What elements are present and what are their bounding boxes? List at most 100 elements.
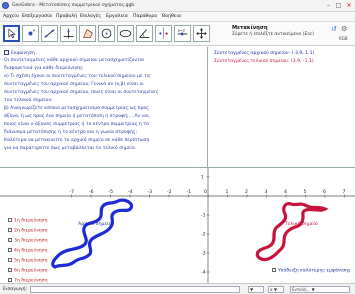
y-axis-tick-label: -1 <box>201 213 206 219</box>
menu-window[interactable]: Παράθυρο <box>133 14 157 19</box>
maximize-button[interactable]: □ <box>334 1 343 10</box>
x-axis-tick-label: 1 <box>226 189 229 195</box>
minimize-button[interactable]: – <box>324 1 333 10</box>
angle-icon <box>139 29 150 38</box>
arrow-cursor-icon <box>8 28 16 39</box>
menu-tools[interactable]: Εργαλεία <box>106 14 128 19</box>
checkbox-box[interactable] <box>8 218 12 222</box>
investigation-label: 3η διερεύνηση <box>14 238 48 244</box>
investigation-checkbox-4[interactable]: 4η διερεύνηση <box>8 248 48 254</box>
gear-icon[interactable]: ⚙ <box>341 25 347 33</box>
x-axis-tick-label: 4 <box>284 189 287 195</box>
initial-coordinates-text: Συντεταγμένες αρχικού σημείου: (-3.9, 1.… <box>214 51 315 56</box>
menu-bar: Αρχείο Επεξεργασία Προβολή Επιλογές Εργα… <box>0 12 355 22</box>
checkbox-box[interactable] <box>8 268 12 272</box>
checkbox-box[interactable] <box>272 268 276 272</box>
investigation-label: 1η διερεύνηση <box>14 218 48 224</box>
coordinates-panel: Συντεταγμένες αρχικού σημείου: (-3.9, 1.… <box>212 47 355 167</box>
menu-options[interactable]: Επιλογές <box>80 14 101 19</box>
point-tool-button[interactable]: A <box>22 25 39 42</box>
geogebra-app-icon <box>2 2 9 9</box>
slider-icon: a=2 <box>177 28 188 36</box>
x-axis-tick-label: -2 <box>167 189 172 195</box>
statement-line: συντεταγμένες του αρχικού σημείου; Γενικ… <box>4 82 144 87</box>
show-symmetry-checkbox[interactable]: Υπόδειξη καλύτερης εμφάνισης <box>272 268 351 274</box>
circle-tool-button[interactable] <box>98 25 115 42</box>
input-field[interactable] <box>30 286 240 293</box>
statement-line: του τελικού σημείου; <box>4 98 53 103</box>
visibility-toggle[interactable] <box>4 50 9 55</box>
x-axis-tick-label: 5 <box>304 189 307 195</box>
x-axis-tick-label: 2 <box>245 189 248 195</box>
greek-dropdown[interactable]: α ▼ <box>268 286 284 293</box>
conic-tool-button[interactable] <box>117 25 134 42</box>
perpendicular-tool-button[interactable] <box>60 25 77 42</box>
menu-view[interactable]: Προβολή <box>56 14 77 19</box>
checkbox-box[interactable] <box>8 248 12 252</box>
investigation-checkbox-2[interactable]: 2η διερεύνηση <box>8 228 48 234</box>
investigation-label: 2η διερεύνηση <box>14 228 48 234</box>
slider-tool-button[interactable]: a=2 <box>174 25 191 42</box>
investigation-label: 4η διερεύνηση <box>14 248 48 254</box>
menu-file[interactable]: Αρχείο <box>3 14 19 19</box>
polygon-icon <box>82 29 93 38</box>
y-axis-tick-label: -2 <box>201 232 206 238</box>
menu-edit[interactable]: Επεξεργασία <box>22 14 52 19</box>
command-dropdown[interactable]: Εντολή... ▼ <box>290 286 350 293</box>
statement-line: α) Τι σχέση έχουν οι συντεταγμένες του τ… <box>4 74 151 79</box>
angle-tool-button[interactable] <box>136 25 153 42</box>
x-axis-tick-label: -5 <box>109 189 114 195</box>
statement-heading[interactable]: Εκφώνηση <box>4 50 35 56</box>
reflect-icon <box>159 27 168 40</box>
x-axis-tick-label: -6 <box>89 189 94 195</box>
undo-icon[interactable]: ↺ <box>331 25 337 33</box>
statement-line: άξονα, ή ως προς ένα σημείο ή μετατόπιση… <box>4 114 151 119</box>
active-tool-title: Μετακίνηση <box>232 25 268 31</box>
checkbox-box[interactable] <box>8 278 12 282</box>
point-icon: A <box>28 28 36 36</box>
checkbox-box[interactable] <box>8 238 12 242</box>
close-button[interactable]: × <box>344 1 354 10</box>
initial-point-trace <box>51 198 134 269</box>
y-axis-tick-label: -3 <box>201 251 206 257</box>
statement-heading-label: Εκφώνηση <box>11 51 35 56</box>
statement-line: συντεταγμένες του αρχικού σημείου, ποιες… <box>4 90 159 95</box>
move-tool-button[interactable] <box>3 25 20 42</box>
polygon-tool-button[interactable] <box>79 25 96 42</box>
initial-point-label: Αρχικό σημείο <box>78 222 112 227</box>
final-coordinates-text: Συντεταγμένες τελικού σημείου: (3.9, -1.… <box>214 59 314 64</box>
active-tool-hint: Σύρετε ή επιλέξτε αντικείμενο (Esc) <box>232 32 314 37</box>
checkbox-box[interactable] <box>8 258 12 262</box>
x-axis-tick-label: -3 <box>148 189 153 195</box>
statement-line: ποιος είναι ο άξονας συμμετρίας ή το κέν… <box>4 122 149 127</box>
investigation-label: 5η διερεύνηση <box>14 258 48 264</box>
statement-line: Καλύτερα να μετακινείτε το αρχικό σημείο… <box>4 138 150 143</box>
statement-line: για να παρατηρείτε πως μεταβάλλεται το τ… <box>4 146 137 151</box>
reflect-tool-button[interactable] <box>155 25 172 42</box>
rgb-label: RGB <box>339 36 348 41</box>
circle-icon <box>101 28 112 39</box>
statement-line: διάνυσμα μετατόπισης ή το κέντρο και η γ… <box>4 130 138 135</box>
window-title: GeoGebra - Μετατοπίσεις συμμετρικού σχήμ… <box>12 3 135 8</box>
y-axis-tick-label: 1 <box>201 175 204 181</box>
svg-text:a=2: a=2 <box>178 28 185 32</box>
statement-line: διαφορετικά για κάθε διερεύνηση: <box>4 66 84 71</box>
algebra-view: Εκφώνηση Οι συντεταγμένες κάθε αρχικού σ… <box>0 47 208 167</box>
checkbox-box[interactable] <box>8 228 12 232</box>
investigation-checkbox-5[interactable]: 5η διερεύνηση <box>8 258 48 264</box>
input-bar: Εισαγωγή: ▼ α ▼ Εντολή... ▼ <box>0 283 355 294</box>
x-axis-tick-label: -7 <box>70 189 75 195</box>
menu-help[interactable]: Βοήθεια <box>162 14 181 19</box>
investigation-checkbox-3[interactable]: 3η διερεύνηση <box>8 238 48 244</box>
investigation-checkbox-6[interactable]: 6η διερεύνηση <box>8 268 48 274</box>
line-icon <box>44 29 55 38</box>
statement-line: β) Αναγνωρίζετε κάποιο μετασχηματισμό συ… <box>4 106 149 111</box>
x-axis-tick-label: 6 <box>323 189 326 195</box>
line-tool-button[interactable] <box>41 25 58 42</box>
move-view-tool-button[interactable] <box>193 25 210 42</box>
x-axis-tick-label: 0 <box>204 189 207 195</box>
perpendicular-line-icon <box>63 28 74 39</box>
symbol-dropdown[interactable]: ▼ <box>248 286 264 293</box>
investigation-checkbox-1[interactable]: 1η διερεύνηση <box>8 218 48 224</box>
x-axis-tick-label: 3 <box>265 189 268 195</box>
